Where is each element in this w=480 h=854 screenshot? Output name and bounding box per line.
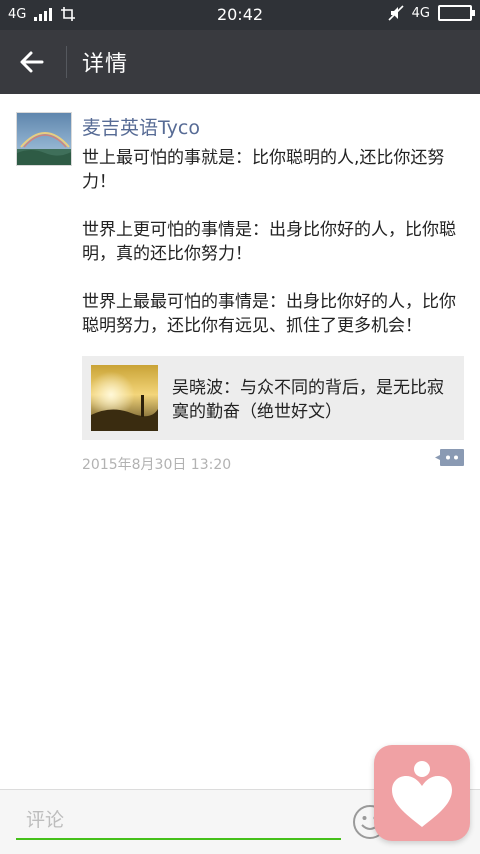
back-arrow-icon — [20, 51, 44, 73]
shared-link-card[interactable]: 吴晓波：与众不同的背后，是无比寂寞的勤奋（绝世好文） — [82, 356, 464, 440]
title-bar: 详情 — [0, 30, 480, 94]
status-right: 4G — [388, 5, 475, 21]
comment-input[interactable] — [16, 802, 341, 840]
right-network-label: 4G — [411, 5, 430, 21]
back-button[interactable] — [16, 46, 48, 78]
avatar[interactable] — [16, 112, 72, 166]
heart-person-icon — [392, 761, 452, 827]
author-name[interactable]: 麦吉英语Tyco — [82, 113, 200, 140]
battery-icon — [438, 5, 475, 21]
comment-bubble-icon — [435, 449, 464, 466]
link-thumbnail — [91, 365, 158, 431]
floating-heart-button[interactable] — [374, 745, 470, 841]
post-timestamp: 2015年8月30日 13:20 — [82, 457, 232, 473]
avatar-image — [17, 113, 71, 165]
status-bar: 4G 20:42 4G — [0, 0, 480, 30]
mute-icon — [388, 5, 404, 21]
comment-button[interactable] — [435, 448, 465, 468]
post-text: 世上最可怕的事就是：比你聪明的人,还比你还努力！ 世界上更可怕的事情是：出身比你… — [82, 148, 456, 336]
page-title: 详情 — [82, 52, 129, 77]
title-divider — [66, 46, 67, 78]
link-title: 吴晓波：与众不同的背后，是无比寂寞的勤奋（绝世好文） — [172, 378, 444, 422]
